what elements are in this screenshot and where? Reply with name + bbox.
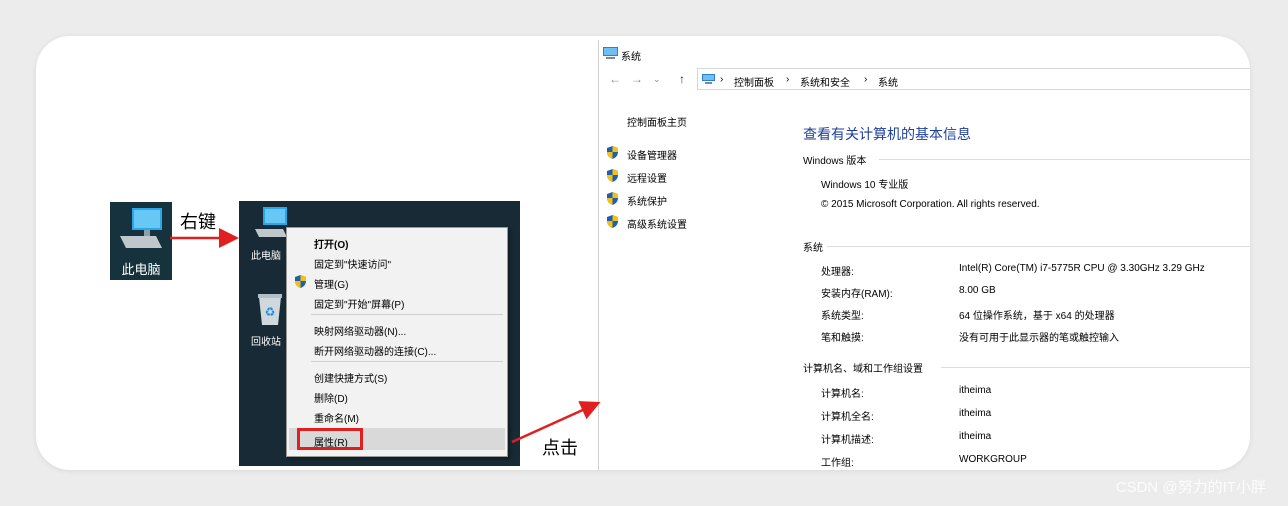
computer-icon	[120, 208, 162, 248]
breadcrumb-system-security[interactable]: 系统和安全	[800, 74, 850, 89]
shield-icon	[607, 146, 618, 159]
control-panel-home-link[interactable]: 控制面板主页	[627, 114, 687, 129]
desktop-screenshot: 此电脑 ♻ 回收站 打开(O) 固定到"快速访问" 管理(G) 固定到"开始"屏…	[239, 201, 520, 466]
svg-text:♻: ♻	[265, 305, 276, 319]
processor-label: 处理器:	[821, 267, 854, 278]
remote-settings-link[interactable]: 远程设置	[627, 170, 667, 185]
workgroup-label: 工作组:	[821, 458, 854, 469]
control-panel-icon	[702, 74, 715, 84]
shield-icon	[607, 215, 618, 228]
computer-name-label: 计算机名:	[821, 389, 864, 400]
computer-description-label: 计算机描述:	[821, 435, 874, 446]
full-computer-name-label: 计算机全名:	[821, 412, 874, 423]
system-type-label: 系统类型:	[821, 311, 864, 322]
menu-item-create-shortcut[interactable]: 创建快捷方式(S)	[314, 370, 387, 385]
computer-name-header: 计算机名、域和工作组设置	[803, 364, 923, 375]
windows-edition-value: Windows 10 专业版	[821, 180, 909, 191]
page-title: 查看有关计算机的基本信息	[803, 126, 971, 142]
up-arrow-icon[interactable]: ↑	[679, 72, 685, 86]
system-window-icon	[603, 47, 618, 59]
chevron-right-icon: ›	[864, 74, 868, 85]
desktop-icon-label: 此电脑	[251, 251, 281, 262]
menu-item-pin-start[interactable]: 固定到"开始"屏幕(P)	[314, 296, 404, 311]
section-divider	[879, 159, 1250, 160]
menu-item-disconnect-drive[interactable]: 断开网络驱动器的连接(C)...	[314, 343, 436, 358]
desktop-computer-label: 此电脑	[121, 262, 161, 277]
forward-arrow-icon[interactable]: →	[631, 72, 643, 86]
shield-icon	[607, 169, 618, 182]
menu-item-pin-quick-access[interactable]: 固定到"快速访问"	[314, 256, 391, 271]
system-window: 系统 ← → ⌄ ↑ › 控制面板 › 系统和安全 › 系统 控制面板主页 设备…	[598, 40, 1250, 470]
system-protection-link[interactable]: 系统保护	[627, 193, 667, 208]
computer-description-value: itheima	[959, 431, 992, 442]
right-click-label: 右键	[180, 212, 216, 232]
menu-item-open[interactable]: 打开(O)	[314, 236, 348, 251]
system-type-value: 64 位操作系统，基于 x64 的处理器	[959, 311, 1115, 322]
computer-name-value: itheima	[959, 385, 992, 396]
window-title: 系统	[621, 52, 641, 63]
copyright-text: © 2015 Microsoft Corporation. All rights…	[821, 199, 1040, 210]
back-arrow-icon[interactable]: ←	[609, 72, 621, 86]
advanced-system-settings-link[interactable]: 高级系统设置	[627, 216, 687, 231]
menu-item-manage[interactable]: 管理(G)	[314, 276, 348, 291]
desktop-icon-label: 回收站	[251, 337, 281, 348]
breadcrumb-control-panel[interactable]: 控制面板	[734, 74, 774, 89]
processor-value: Intel(R) Core(TM) i7-5775R CPU @ 3.30GHz…	[959, 263, 1205, 274]
properties-highlight-box	[297, 428, 363, 450]
windows-edition-header: Windows 版本	[803, 156, 867, 167]
shield-icon	[607, 192, 618, 205]
chevron-right-icon: ›	[786, 74, 790, 85]
desktop-computer-icon[interactable]: 此电脑	[110, 202, 172, 280]
system-header: 系统	[803, 243, 823, 254]
tutorial-card: 此电脑 右键 点击 此电脑 ♻ 回收站 打开(O) 固定到"快速访问" 管理(G…	[36, 36, 1250, 470]
menu-item-rename[interactable]: 重命名(M)	[314, 410, 359, 425]
menu-item-map-drive[interactable]: 映射网络驱动器(N)...	[314, 323, 406, 338]
menu-divider	[311, 314, 503, 315]
pen-touch-value: 没有可用于此显示器的笔或触控输入	[959, 333, 1119, 344]
ram-value: 8.00 GB	[959, 285, 996, 296]
click-label: 点击	[542, 438, 578, 458]
ram-label: 安装内存(RAM):	[821, 289, 893, 300]
recent-dropdown-icon[interactable]: ⌄	[653, 74, 661, 85]
device-manager-link[interactable]: 设备管理器	[627, 147, 677, 162]
full-computer-name-value: itheima	[959, 408, 992, 419]
pen-touch-label: 笔和触摸:	[821, 333, 864, 344]
menu-divider	[311, 361, 503, 362]
context-menu: 打开(O) 固定到"快速访问" 管理(G) 固定到"开始"屏幕(P) 映射网络驱…	[286, 227, 508, 457]
address-bar: ← → ⌄ ↑ › 控制面板 › 系统和安全 › 系统	[599, 68, 1250, 90]
section-divider	[941, 367, 1250, 368]
section-divider	[827, 246, 1250, 247]
menu-item-delete[interactable]: 删除(D)	[314, 390, 348, 405]
watermark: CSDN @努力的IT小胖	[1115, 479, 1266, 496]
shield-icon	[295, 275, 306, 288]
breadcrumb-system[interactable]: 系统	[878, 74, 898, 89]
workgroup-value: WORKGROUP	[959, 454, 1027, 465]
address-path-box[interactable]: › 控制面板 › 系统和安全 › 系统	[697, 68, 1250, 90]
chevron-right-icon: ›	[720, 74, 724, 85]
